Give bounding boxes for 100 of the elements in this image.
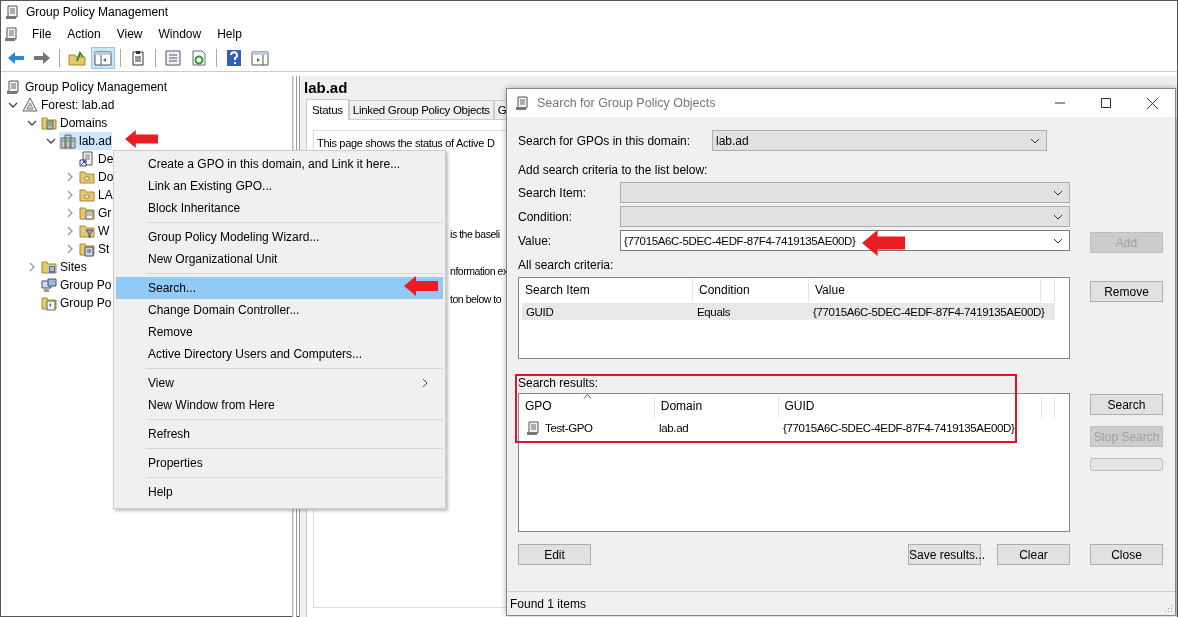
dialog-button[interactable]: Remove: [1090, 281, 1163, 302]
menu-item[interactable]: Properties: [116, 452, 443, 474]
menu-item[interactable]: Active Directory Users and Computers...: [116, 343, 443, 365]
server-icon: [60, 133, 76, 149]
app-icon: [5, 4, 21, 20]
menu-item[interactable]: View: [108, 25, 151, 43]
server-folder-icon: [41, 115, 57, 131]
chevron-down-icon: [1053, 213, 1063, 220]
field-label: Condition:: [518, 209, 574, 224]
tree-item[interactable]: Group Po: [40, 294, 112, 312]
system-menu-icon: [4, 26, 20, 42]
menu-item[interactable]: Change Domain Controller...: [116, 299, 443, 321]
list-row[interactable]: Test-GPO lab.ad {77015A6C-5DEC-4EDF-87F4-7419135AE00D}: [522, 419, 1055, 436]
back-arrow-icon: [7, 50, 25, 66]
dropdown-field[interactable]: [620, 206, 1070, 227]
tree-item[interactable]: Group Policy Management: [5, 78, 168, 96]
field-label: Search Item:: [518, 185, 588, 200]
value-combo-field[interactable]: {77015A6C-5DEC-4EDF-87F4-7419135AE00D}: [620, 230, 1070, 251]
tree-item[interactable]: lab.ad: [59, 132, 112, 150]
maximize-icon: [1101, 98, 1111, 108]
dialog-title: Search for Group Policy Objects: [537, 96, 716, 110]
tree-item[interactable]: Forest: lab.ad: [21, 96, 115, 114]
dialog-button[interactable]: Close: [1090, 544, 1163, 565]
menu-item[interactable]: New Window from Here: [116, 394, 443, 416]
menu-item[interactable]: Link an Existing GPO...: [116, 175, 443, 197]
column-header[interactable]: GUID: [778, 395, 1042, 418]
filter-folder-icon: [79, 223, 95, 239]
field-label: Search for GPOs in this domain:: [518, 133, 692, 148]
status-text: ton below to: [450, 293, 502, 305]
column-header[interactable]: Search Item: [519, 279, 693, 302]
folder-icon: [79, 169, 95, 185]
tree-item[interactable]: Do: [78, 168, 114, 186]
shortcut-document-icon: [79, 151, 95, 167]
status-text: is the baseli: [450, 228, 500, 240]
close-icon: [1146, 97, 1158, 109]
tree-item[interactable]: Domains: [40, 114, 108, 132]
callout-arrow: [862, 230, 905, 256]
dropdown-field[interactable]: lab.ad: [712, 130, 1047, 151]
network-folder-icon: [41, 259, 57, 275]
chevron-down-icon: [1053, 189, 1063, 196]
column-header[interactable]: GPO: [519, 395, 655, 418]
dialog-button[interactable]: Clear: [997, 544, 1070, 565]
clipboard-icon: [129, 50, 147, 66]
menu-item[interactable]: Window: [150, 25, 210, 43]
tree-item[interactable]: St: [78, 240, 110, 258]
menu-item[interactable]: Create a GPO in this domain, and Link it here...: [116, 153, 443, 175]
folder-icon: [79, 187, 95, 203]
menu-item[interactable]: View: [116, 372, 443, 394]
column-header[interactable]: Domain: [654, 395, 779, 418]
window-title: Group Policy Management: [26, 5, 169, 19]
tree-item[interactable]: Group Po: [40, 276, 112, 294]
scroll-document-icon: [526, 419, 542, 436]
chevron-down-icon: [1030, 137, 1040, 144]
tab[interactable]: Linked Group Policy Objects: [348, 100, 494, 119]
tree-item[interactable]: W: [78, 222, 110, 240]
status-text: Found 1 items: [510, 596, 587, 611]
menu-item[interactable]: New Organizational Unit: [116, 248, 443, 270]
refresh-icon: [190, 50, 208, 66]
column-header[interactable]: Condition: [693, 279, 809, 302]
tree-item[interactable]: Gr: [78, 204, 112, 222]
dialog-button[interactable]: Edit: [518, 544, 591, 565]
triangle-icon: [22, 97, 38, 113]
menu-item[interactable]: Action: [59, 25, 109, 43]
menu-item[interactable]: Group Policy Modeling Wizard...: [116, 226, 443, 248]
resize-grip-icon[interactable]: [1163, 603, 1173, 613]
menu-item[interactable]: Remove: [116, 321, 443, 343]
help-icon: [225, 50, 243, 66]
menu-item[interactable]: Block Inheritance: [116, 197, 443, 219]
tree-item[interactable]: LA: [78, 186, 113, 204]
pane-heading: lab.ad: [304, 78, 349, 98]
up-folder-icon: [68, 50, 86, 66]
menu-item[interactable]: Help: [209, 25, 250, 43]
callout-arrow: [125, 130, 158, 148]
tree-item[interactable]: De: [78, 150, 114, 168]
scroll-icon: [6, 79, 22, 95]
chevron-down-icon: [1053, 237, 1063, 244]
computer-icon: [41, 277, 57, 293]
tab[interactable]: Status: [306, 99, 349, 120]
callout-arrow: [404, 276, 438, 296]
section-label: Add search criteria to the list below:: [518, 162, 709, 178]
menu-item[interactable]: Refresh: [116, 423, 443, 445]
document-folder-icon: [41, 295, 57, 311]
section-label: All search criteria:: [518, 257, 615, 273]
menu-item[interactable]: Search...: [116, 277, 443, 299]
menu-item[interactable]: Help: [116, 481, 443, 503]
section-label: Search results:: [518, 375, 600, 391]
pane-icon: [94, 50, 112, 66]
document-folder-icon: [79, 205, 95, 221]
tree-item[interactable]: Sites: [40, 258, 87, 276]
field-label: Value:: [518, 233, 553, 248]
dialog-button[interactable]: Search: [1090, 394, 1163, 415]
dialog-icon: [515, 95, 531, 111]
status-text: This page shows the status of Active D: [317, 137, 495, 149]
forward-arrow-icon: [33, 50, 51, 66]
pane-icon: [251, 50, 269, 66]
dropdown-field[interactable]: [620, 182, 1070, 203]
column-header[interactable]: Value: [809, 279, 1041, 302]
properties-icon: [164, 50, 182, 66]
menu-item[interactable]: File: [24, 25, 60, 43]
list-row[interactable]: GUID Equals {77015A6C-5DEC-4EDF-87F4-7419135AE00D}: [522, 303, 1055, 320]
